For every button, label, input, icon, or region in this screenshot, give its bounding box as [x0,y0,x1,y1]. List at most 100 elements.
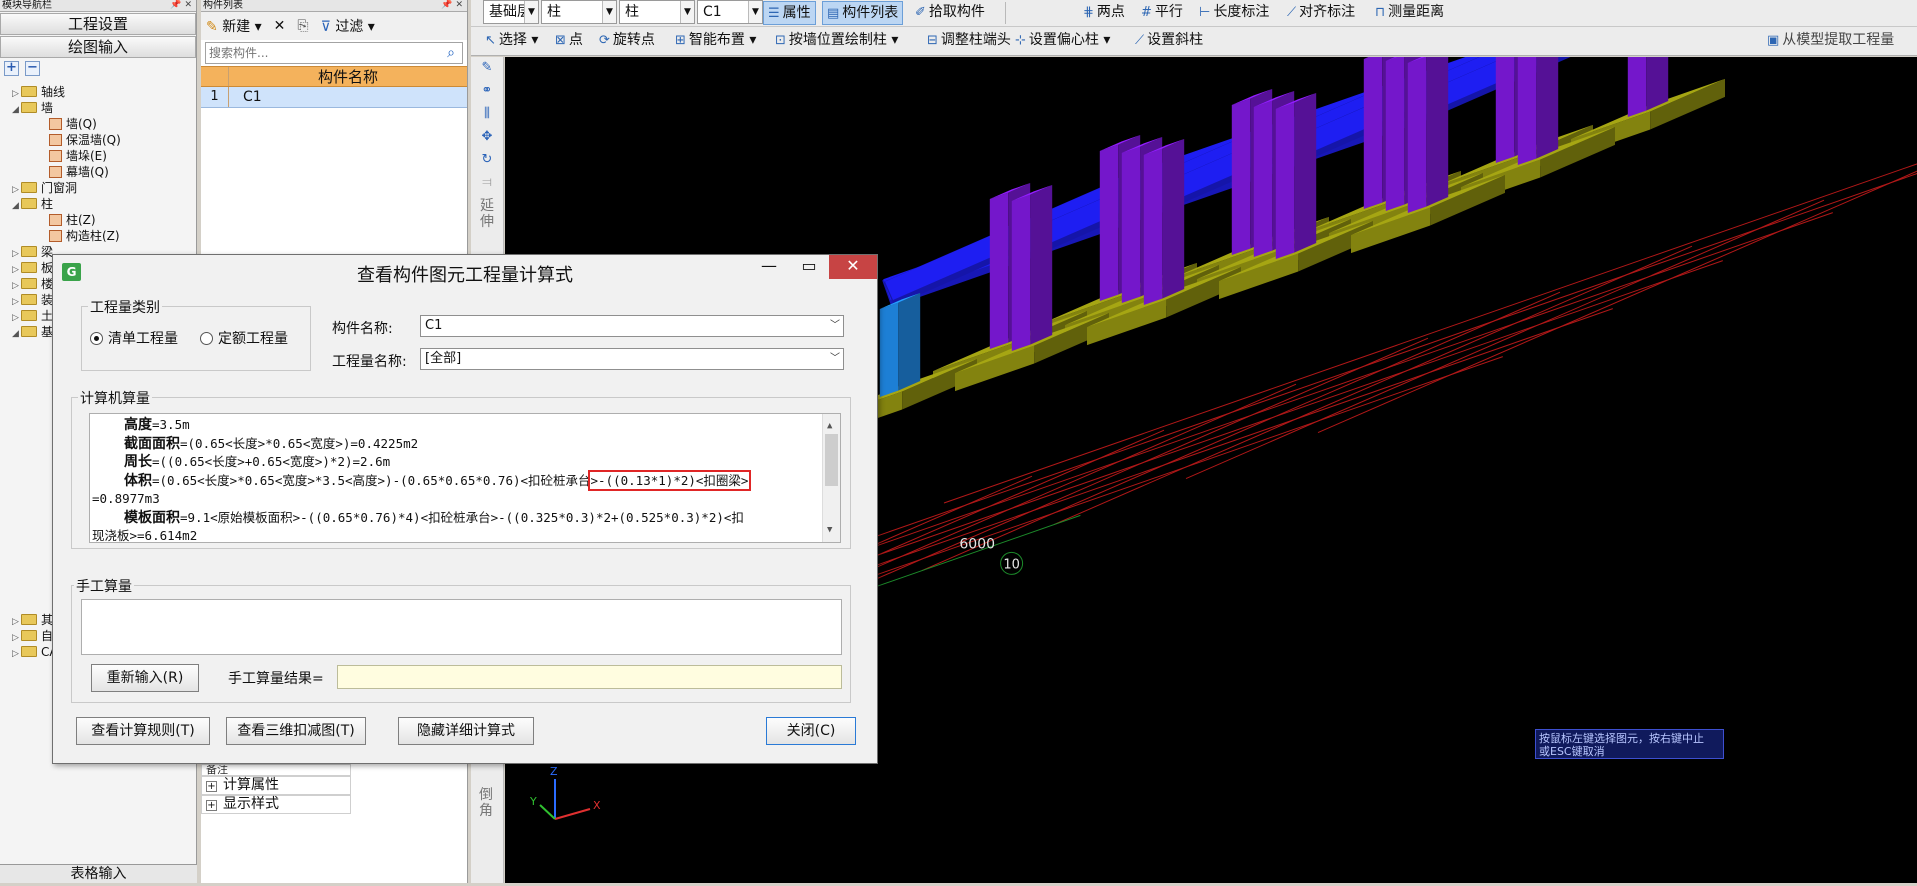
length-dimension-button[interactable]: ⊢ 长度标注 [1195,1,1273,25]
search-input[interactable] [206,43,440,63]
tree-item[interactable]: 柱(Z) [0,212,196,228]
quantity-name-select[interactable]: [全部] ﹀ [420,348,844,370]
pin-icon[interactable]: 📌 ✕ [441,0,463,11]
radio-selected-icon[interactable] [90,332,103,345]
tree-item[interactable]: ◢ 墙 [0,100,196,116]
view-rules-button[interactable]: 查看计算规则(T) [76,717,210,745]
tree-item[interactable]: 幕墙(Q) [0,164,196,180]
radio-list-quantity[interactable]: 清单工程量 [90,328,178,348]
draw-by-wall-button[interactable]: ⊡ 按墙位置绘制柱 ▾ [771,29,902,53]
extract-quantity-button[interactable]: ▣ 从模型提取工程量 [1763,29,1898,53]
floor-select[interactable]: 基础层 ▼ [483,0,539,24]
tree-item[interactable]: ▷ 门窗洞 [0,180,196,196]
scroll-thumb[interactable] [825,434,838,486]
properties-button[interactable]: ☰ 属性 [763,1,816,25]
scroll-up-icon[interactable]: ▲ [827,417,832,436]
component-search[interactable]: ⌕ [205,42,463,64]
formula-text[interactable]: 高度=3.5m 截面面积=(0.65<长度>*0.65<宽度>)=0.4225m… [89,413,841,543]
tree-item[interactable]: 保温墙(Q) [0,132,196,148]
filter-button[interactable]: ⊽ 过滤 ▾ [321,16,375,36]
prop-row-remark[interactable]: 备注 [201,764,351,776]
expand-all-icon[interactable]: + [4,61,19,76]
inclined-column-button[interactable]: ⟋ 设置斜柱 [1131,29,1207,53]
two-points-button[interactable]: ⋕ 两点 [1079,1,1129,25]
chevron-down-icon: ▼ [602,1,616,23]
manual-result-field[interactable] [337,665,842,689]
tree-item-label: 构造柱(Z) [66,229,120,243]
new-component-button[interactable]: ✎ 新建 ▾ [206,16,262,36]
minimize-icon[interactable]: — [749,255,789,279]
length-dimension-icon: ⊢ [1199,5,1211,20]
prop-row-calc-attributes[interactable]: + 计算属性 [201,776,351,795]
extract-icon: ▣ [1767,33,1780,48]
pick-component-button[interactable]: ✐ 拾取构件 [911,1,989,25]
radio-empty-icon[interactable] [200,332,213,345]
delete-icon[interactable]: ✕ [274,18,286,34]
manual-quantity-input[interactable] [81,599,842,655]
radio-quota-quantity[interactable]: 定额工程量 [200,328,288,348]
eccentric-column-button[interactable]: ⊹ 设置偏心柱 ▾ [1011,29,1114,53]
close-button[interactable]: 关闭(C) [766,717,856,745]
chamfer-label[interactable]: 倒角 [479,787,495,819]
navigator-title: 模块导航栏 📌 ✕ [0,0,196,12]
tree-item[interactable]: 墙(Q) [0,116,196,132]
adjust-column-end-button[interactable]: ⊟ 调整柱端头 [923,29,1015,53]
rotate-icon: ⟳ [599,33,610,48]
tab-drawing-input[interactable]: 绘图输入 [0,36,196,58]
navigator-toolbar: + − [0,59,196,79]
scroll-down-icon[interactable]: ▼ [827,521,832,540]
parallel-button[interactable]: # 平行 [1137,1,1187,25]
select-button[interactable]: ↖ 选择 ▾ [481,29,542,53]
column-front [1143,148,1163,305]
index-column-header [201,67,229,86]
point-button[interactable]: ⊠ 点 [551,29,587,53]
extend-icon[interactable]: ⫤ [476,175,498,195]
maximize-icon[interactable]: ▭ [789,255,829,279]
reenter-button[interactable]: 重新输入(R) [91,664,199,692]
type-select[interactable]: 柱 ▼ [619,0,695,24]
pin-icon[interactable]: 📌 ✕ [170,0,192,11]
extend-label[interactable]: 延伸 [479,198,495,230]
rotate-point-button[interactable]: ⟳ 旋转点 [595,29,659,53]
copy-icon[interactable]: ⎘ [297,18,308,34]
mirror-icon[interactable]: ⫼ [476,106,498,126]
move-icon[interactable]: ✥ [476,129,498,149]
tab-table-input[interactable]: 表格输入 [0,864,197,883]
category-select[interactable]: 柱 ▼ [541,0,617,24]
expand-icon[interactable]: + [206,781,217,792]
tree-item[interactable]: ▷ 轴线 [0,84,196,100]
copy-icon[interactable]: ⚭ [476,83,498,103]
expand-toggle-icon[interactable]: ▷ [12,646,21,662]
hide-detail-formula-button[interactable]: 隐藏详细计算式 [398,717,534,745]
formula-line-formwork: 模板面积=9.1<原始模板面积>-((0.65*0.76)*4)<扣砼桩承台>-… [124,509,744,526]
tree-item-label: 门窗洞 [41,181,78,195]
smart-layout-button[interactable]: ⊞ 智能布置 ▾ [671,29,760,53]
brush-icon[interactable]: ✎ [476,60,498,80]
tree-item-label: 墙垛(E) [66,149,107,163]
component-select[interactable]: C1 ▼ [697,0,763,24]
formula-scrollbar[interactable]: ▲ ▼ [822,414,840,542]
tree-item[interactable]: 墙垛(E) [0,148,196,164]
align-dimension-button[interactable]: ⟋ 对齐标注 [1283,1,1359,25]
measure-distance-button[interactable]: ⊓ 测量距离 [1371,1,1448,25]
expand-toggle-icon[interactable]: ◢ [12,326,21,342]
close-icon[interactable]: ✕ [829,255,877,279]
tree-item[interactable]: 构造柱(Z) [0,228,196,244]
rotate-icon[interactable]: ↻ [476,152,498,172]
component-name-select[interactable]: C1 ﹀ [420,315,844,337]
view-3d-deduction-button[interactable]: 查看三维扣减图(T) [226,717,366,745]
tab-project-settings[interactable]: 工程设置 [0,13,196,35]
table-row[interactable]: 1 C1 [201,87,467,108]
tree-item-label: 墙(Q) [66,117,97,131]
chevron-down-icon: ▼ [524,1,538,23]
component-list-button[interactable]: ▤ 构件列表 [822,1,904,25]
expand-icon[interactable]: + [206,800,217,811]
chevron-down-icon: ▼ [748,1,762,23]
column-front [1253,100,1273,257]
prop-row-display-style[interactable]: + 显示样式 [201,795,351,814]
point-icon: ⊠ [555,33,566,48]
collapse-all-icon[interactable]: − [25,61,40,76]
z-axis-label: Z [550,765,558,778]
search-icon[interactable]: ⌕ [440,45,462,61]
tree-item[interactable]: ◢ 柱 [0,196,196,212]
